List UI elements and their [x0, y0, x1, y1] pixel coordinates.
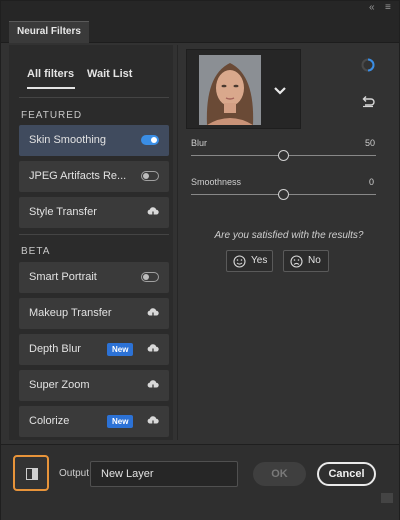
chevron-down-icon[interactable] [270, 80, 290, 100]
cloud-download-icon[interactable] [146, 342, 160, 356]
smoothness-slider-handle[interactable] [278, 189, 289, 200]
filter-label: Colorize [29, 415, 70, 427]
filter-label: Super Zoom [29, 379, 90, 391]
smile-icon [233, 255, 246, 268]
portrait-thumbnail [199, 55, 261, 125]
preview-thumbnail-box[interactable] [186, 49, 301, 129]
tab-neural-filters[interactable]: Neural Filters [9, 21, 89, 43]
filter-label: Makeup Transfer [29, 307, 112, 319]
filter-label: Depth Blur [29, 343, 81, 355]
cloud-download-icon[interactable] [146, 378, 160, 392]
filter-label: Style Transfer [29, 206, 97, 218]
panel-title-strip: « ≡ [1, 1, 399, 15]
no-feedback-button[interactable]: No [283, 250, 329, 272]
output-label: Output [59, 468, 90, 479]
output-dropdown[interactable]: New Layer [90, 461, 238, 487]
filter-list-pane: All filters Wait List FEATURED Skin Smoo… [9, 45, 173, 440]
filter-item-super-zoom[interactable]: Super Zoom [19, 370, 169, 401]
filter-label: Skin Smoothing [29, 134, 107, 146]
blur-value: 50 [365, 138, 376, 148]
filter-item-style-transfer[interactable]: Style Transfer [19, 197, 169, 228]
resize-grip[interactable] [381, 493, 393, 503]
filter-item-depth-blur[interactable]: Depth Blur New [19, 334, 169, 365]
filter-label: Smart Portrait [29, 271, 97, 283]
ok-button[interactable]: OK [253, 462, 306, 486]
tab-wait-list[interactable]: Wait List [87, 68, 132, 80]
tab-all-filters[interactable]: All filters [27, 68, 74, 80]
divider [19, 234, 169, 235]
pane-divider [177, 45, 178, 440]
blur-label: Blur [191, 138, 208, 148]
divider [19, 97, 169, 98]
active-tab-underline [27, 87, 75, 89]
filter-label: JPEG Artifacts Re... [29, 170, 127, 182]
no-label: No [308, 255, 321, 266]
satisfaction-question: Are you satisfied with the results? [214, 230, 364, 241]
cloud-download-icon[interactable] [146, 205, 160, 219]
compare-icon [26, 468, 38, 480]
cloud-download-icon[interactable] [146, 306, 160, 320]
skin-smoothing-toggle[interactable] [141, 135, 159, 145]
filter-item-makeup-transfer[interactable]: Makeup Transfer [19, 298, 169, 329]
panel-menu-icon[interactable]: ≡ [385, 2, 391, 14]
frown-icon [290, 255, 303, 268]
neural-filters-panel: « ≡ Neural Filters All filters Wait List… [0, 0, 400, 520]
loading-spinner-icon [361, 58, 375, 72]
yes-label: Yes [251, 255, 268, 266]
cloud-download-icon[interactable] [146, 414, 160, 428]
panel-tab-bar: Neural Filters [1, 15, 399, 43]
smart-portrait-toggle[interactable] [141, 272, 159, 282]
show-original-toggle-button[interactable] [13, 455, 49, 491]
new-badge: New [107, 415, 134, 428]
filter-item-colorize[interactable]: Colorize New [19, 406, 169, 437]
new-badge: New [107, 343, 134, 356]
jpeg-artifacts-toggle[interactable] [141, 171, 159, 181]
filter-item-jpeg-artifacts[interactable]: JPEG Artifacts Re... [19, 161, 169, 192]
yes-feedback-button[interactable]: Yes [226, 250, 273, 272]
collapse-panel-icon[interactable]: « [369, 2, 375, 14]
section-beta-heading: BETA [21, 246, 51, 257]
section-featured-heading: FEATURED [21, 110, 83, 121]
blur-slider-handle[interactable] [278, 150, 289, 161]
filter-item-smart-portrait[interactable]: Smart Portrait [19, 262, 169, 293]
reset-icon[interactable] [361, 94, 375, 108]
smoothness-value: 0 [369, 177, 375, 187]
filter-item-skin-smoothing[interactable]: Skin Smoothing [19, 125, 169, 156]
smoothness-label: Smoothness [191, 177, 242, 187]
cancel-button[interactable]: Cancel [317, 462, 376, 486]
